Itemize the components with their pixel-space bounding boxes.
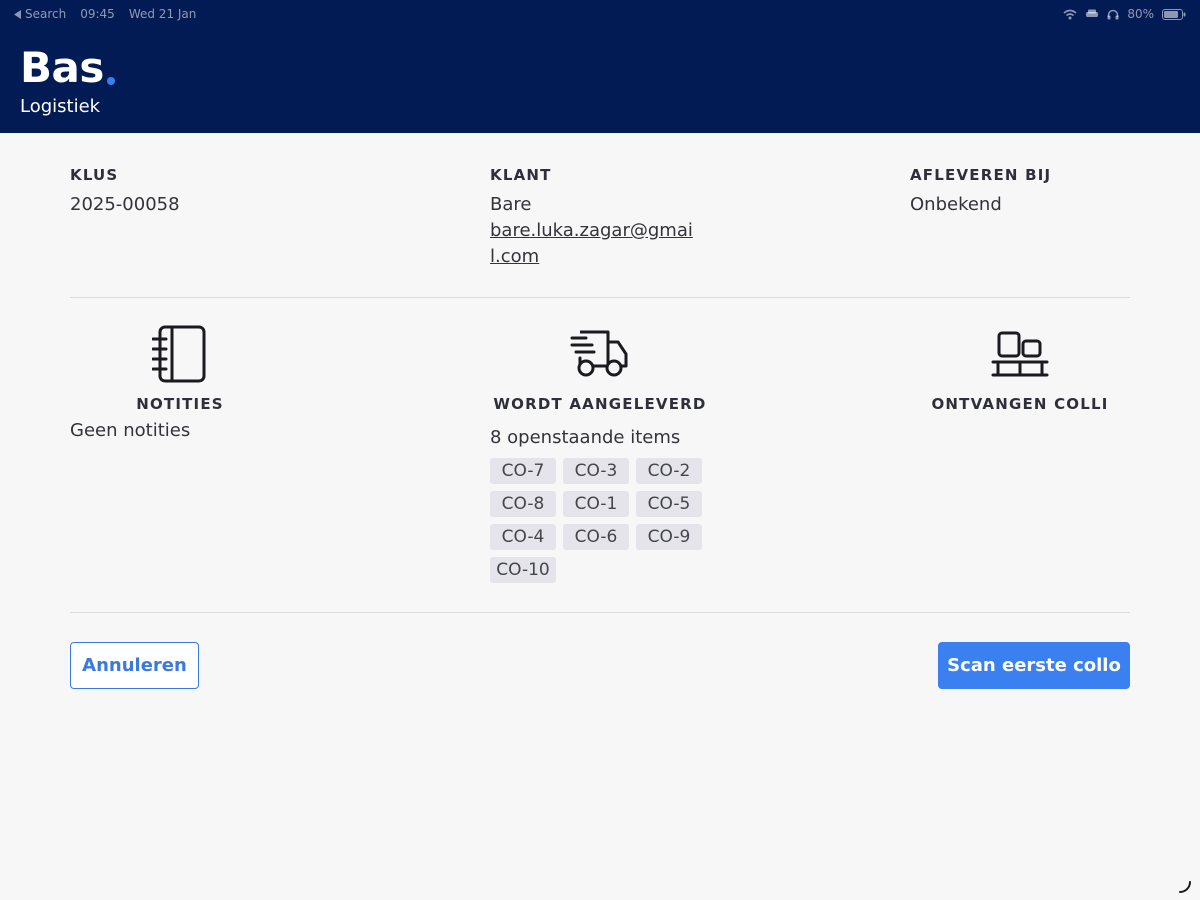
collo-tag: CO-8 (490, 491, 556, 517)
collo-tag: CO-4 (490, 524, 556, 550)
notes-label: NOTITIES (136, 395, 224, 413)
received-label: ONTVANGEN COLLI (931, 395, 1109, 413)
divider-bottom (70, 612, 1130, 613)
scan-first-collo-button[interactable]: Scan eerste collo (938, 642, 1130, 689)
job-info: KLUS 2025-00058 (70, 166, 310, 218)
status-date: Wed 21 Jan (128, 7, 197, 21)
job-label: KLUS (70, 166, 119, 184)
app-subtitle: Logistiek (20, 96, 101, 117)
battery-icon (1162, 8, 1186, 20)
collo-tag: CO-9 (636, 524, 702, 550)
brand: Bas Logistiek (20, 44, 115, 117)
collo-tags: CO-7 CO-3 CO-2 CO-8 CO-1 CO-5 CO-4 CO-6 … (490, 458, 710, 583)
customer-email-link[interactable]: bare.luka.zagar@gmail.com (490, 218, 702, 270)
logo-dot (106, 77, 115, 85)
divider-top (70, 297, 1130, 298)
battery-percentage: 80% (1127, 7, 1154, 21)
collo-tag: CO-7 (490, 458, 556, 484)
open-items-count: 8 openstaande items (490, 427, 681, 448)
deliver-value: Onbekend (910, 194, 1002, 215)
back-label: Search (25, 7, 67, 21)
customer-label: KLANT (490, 166, 552, 184)
collo-tag: CO-1 (563, 491, 629, 517)
collo-tag: CO-2 (636, 458, 702, 484)
job-number: 2025-00058 (70, 194, 180, 215)
collo-tag: CO-3 (563, 458, 629, 484)
cancel-button[interactable]: Annuleren (70, 642, 199, 689)
status-bar: Search 09:45 Wed 21 Jan 80% (0, 0, 1200, 28)
car-icon (1086, 9, 1099, 17)
delivery-truck-icon (570, 330, 628, 377)
deliver-label: AFLEVEREN BIJ (910, 166, 1052, 184)
pallet-boxes-icon (991, 331, 1049, 377)
notes-text: Geen notities (70, 420, 191, 441)
loading-spinner-icon (1179, 881, 1191, 893)
deliver-info: AFLEVEREN BIJ Onbekend (910, 166, 1150, 218)
wifi-icon (1063, 9, 1077, 19)
customer-name: Bare (490, 194, 532, 215)
delivery-label: WORDT AANGELEVERD (493, 395, 707, 413)
logo: Bas (20, 44, 115, 92)
collo-tag: CO-5 (636, 491, 702, 517)
logo-text: Bas (20, 43, 104, 92)
collo-tag: CO-10 (490, 557, 556, 583)
back-arrow-icon (14, 9, 21, 19)
headphones-icon (1107, 9, 1119, 19)
collo-tag: CO-6 (563, 524, 629, 550)
back-to-search[interactable]: Search (14, 7, 66, 21)
status-time: 09:45 (80, 7, 115, 21)
notebook-icon (152, 325, 206, 383)
app-header: Search 09:45 Wed 21 Jan 80% Bas Logistie… (0, 0, 1200, 133)
customer-info: KLANT Bare bare.luka.zagar@gmail.com (490, 166, 730, 270)
